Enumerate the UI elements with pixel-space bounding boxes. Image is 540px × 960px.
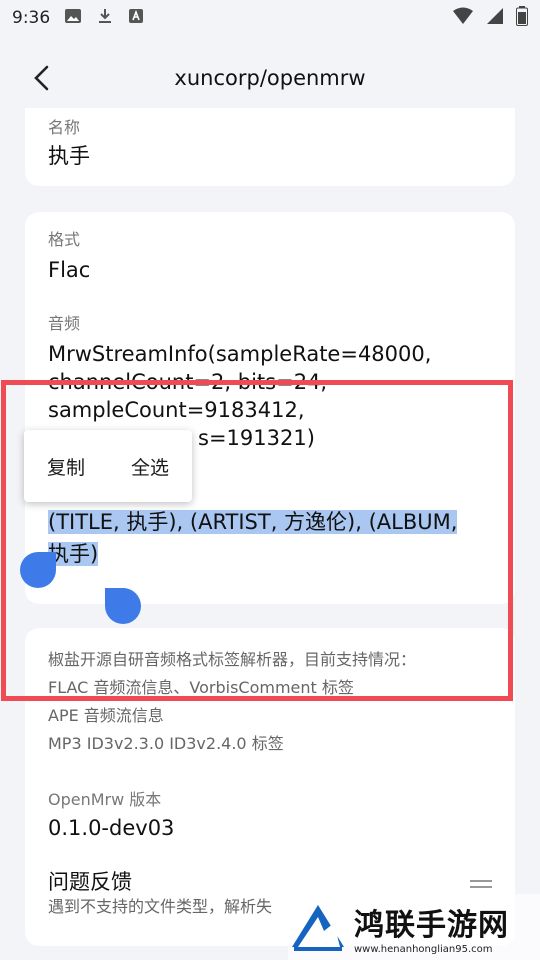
wifi-icon: [452, 7, 474, 30]
watermark-url: www.henanhonglian95.com: [354, 943, 493, 955]
feedback-title: 问题反馈: [48, 870, 132, 894]
version-label: OpenMrw 版本: [48, 790, 162, 809]
name-card: 名称 执手: [25, 108, 515, 186]
image-notification-icon: [64, 7, 82, 30]
audio-line: MrwStreamInfo(sampleRate=48000,: [48, 342, 432, 366]
status-right: [452, 5, 528, 31]
watermark-title: 鸿联手游网: [354, 907, 509, 943]
description-line: APE 音频流信息: [48, 706, 164, 725]
font-notification-icon: [128, 8, 144, 29]
audio-line: sampleCount=9183412,: [48, 398, 305, 422]
name-label: 名称: [48, 118, 81, 137]
status-time: 9:36: [12, 8, 51, 28]
description-line: FLAC 音频流信息、VorbisComment 标签: [48, 678, 354, 697]
watermark-text-block: 鸿联手游网 www.henanhonglian95.com: [354, 900, 509, 955]
selection-end-handle[interactable]: [105, 588, 141, 624]
back-arrow-icon: [34, 65, 49, 91]
copy-button[interactable]: 复制: [43, 447, 89, 486]
text-selection-menu: 复制 全选: [24, 430, 192, 502]
watermark-logo-icon: [292, 905, 344, 951]
download-notification-icon: [96, 7, 114, 30]
name-value: 执手: [48, 144, 90, 168]
battery-icon: [516, 5, 528, 31]
audio-label: 音频: [48, 314, 81, 333]
status-left: 9:36: [12, 7, 144, 30]
selection-start-handle[interactable]: [20, 552, 56, 588]
description-line: 椒盐开源自研音频格式标签解析器，目前支持情况：: [48, 650, 417, 669]
audio-line: channelCount=2, bits=24,: [48, 370, 328, 394]
app-bar: xuncorp/openmrw: [0, 42, 540, 114]
info-card: 格式 Flac 音频 MrwStreamInfo(sampleRate=4800…: [25, 212, 515, 604]
watermark: 鸿联手游网 www.henanhonglian95.com: [288, 894, 540, 960]
page-title: xuncorp/openmrw: [174, 66, 366, 90]
select-all-button[interactable]: 全选: [127, 447, 173, 486]
signal-icon: [486, 7, 504, 30]
description-line: MP3 ID3v2.3.0 ID3v2.4.0 标签: [48, 734, 284, 753]
back-button[interactable]: [24, 60, 60, 96]
format-label: 格式: [48, 230, 81, 249]
tags-value[interactable]: (TITLE, 执手), (ARTIST, 方逸伦), (ALBUM, 执手): [48, 508, 492, 568]
format-value: Flac: [48, 258, 91, 282]
open-external-icon: [470, 880, 492, 888]
status-bar: 9:36: [0, 0, 540, 36]
selected-tags-line[interactable]: (TITLE, 执手), (ARTIST, 方逸伦), (ALBUM,: [48, 510, 458, 534]
version-value: 0.1.0-dev03: [48, 816, 175, 840]
